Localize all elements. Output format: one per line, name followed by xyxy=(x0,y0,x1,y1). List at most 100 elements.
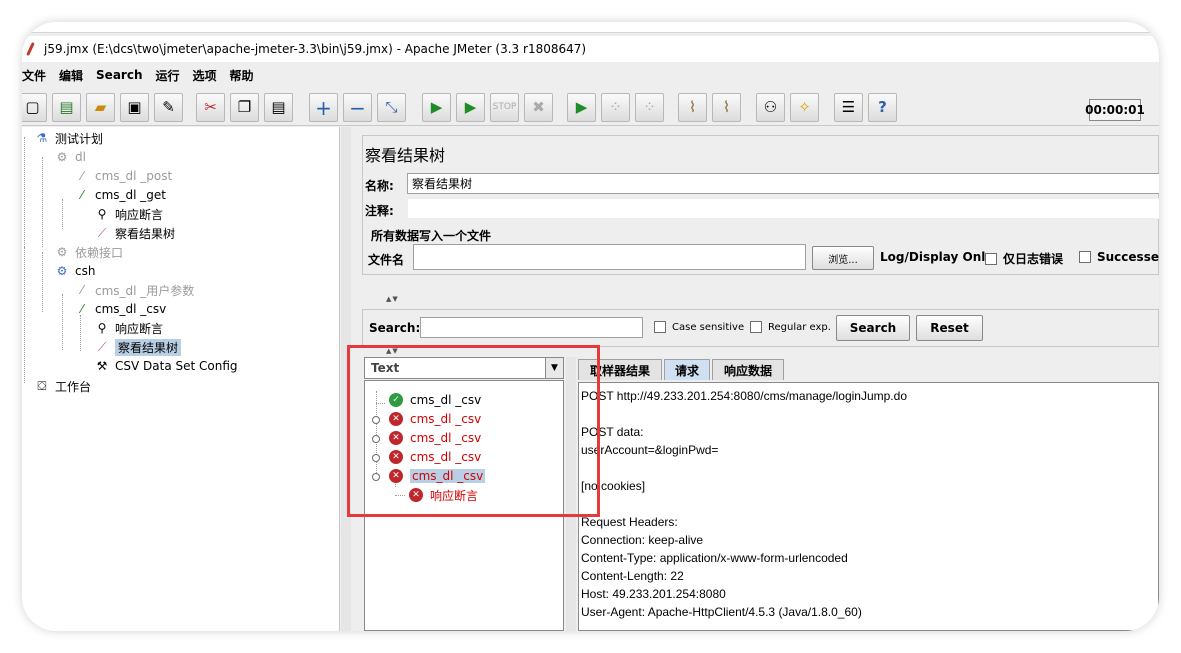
tree-expand-handle[interactable] xyxy=(372,454,380,462)
cut-icon[interactable]: ✂ xyxy=(196,93,225,122)
tree-node-view-results-1[interactable]: ⟋ 察看结果树 xyxy=(94,224,175,242)
start-icon[interactable]: ▶ xyxy=(422,93,451,122)
tree-node-get[interactable]: ⁄ cms_dl _get xyxy=(74,186,166,204)
error-shield-icon: ✕ xyxy=(389,412,403,426)
result-item-selected[interactable]: ✕ cms_dl _csv xyxy=(389,467,486,485)
reset-search-icon[interactable]: ✧ xyxy=(790,93,819,122)
magnifier-icon: ⚲ xyxy=(97,321,107,335)
tree-node-assertion-1[interactable]: ⚲ 响应断言 xyxy=(94,205,163,223)
request-text-area[interactable]: POST http://49.233.201.254:8080/cms/mana… xyxy=(578,382,1159,631)
tab-request[interactable]: 请求 xyxy=(664,359,710,380)
shutdown-icon[interactable]: ✖ xyxy=(524,93,553,122)
tree-node-csv[interactable]: ⁄ cms_dl _csv xyxy=(74,300,166,318)
expand-icon[interactable]: + xyxy=(309,93,338,122)
result-item[interactable]: ✕ cms_dl _csv xyxy=(389,429,481,447)
request-line: Request Headers: xyxy=(581,515,678,529)
chart-icon: ⟋ xyxy=(97,225,107,240)
test-plan-tree: ⚗ 测试计划 ⚙ dl ⁄ cms_dl _post ⁄ cms_dl _get… xyxy=(22,127,340,631)
clear-all-icon[interactable]: ⌇ xyxy=(712,93,741,122)
remote-shutdown-icon[interactable]: ⁘ xyxy=(635,93,664,122)
search-section: Search: Case sensitive Regular exp. Sear… xyxy=(362,309,1159,347)
tree-expand-handle[interactable] xyxy=(372,473,380,481)
chart-icon: ⟋ xyxy=(97,339,107,354)
tree-node-csv-config[interactable]: ⚒ CSV Data Set Config xyxy=(94,357,238,375)
menu-help[interactable]: 帮助 xyxy=(230,67,254,84)
tree-node-assertion-2[interactable]: ⚲ 响应断言 xyxy=(94,319,163,337)
request-line xyxy=(581,495,1156,513)
browse-button[interactable]: 浏览... xyxy=(812,246,874,270)
panel-title: 察看结果树 xyxy=(365,146,446,165)
tree-expand-handle[interactable] xyxy=(372,416,380,424)
comment-field[interactable] xyxy=(407,198,1159,219)
save-as-icon[interactable]: ✎ xyxy=(154,93,183,122)
tree-node-workbench[interactable]: ⛋ 工作台 xyxy=(34,377,91,395)
collapse-icon[interactable]: − xyxy=(343,93,372,122)
result-item[interactable]: ✕ cms_dl _csv xyxy=(389,410,481,428)
gear-icon: ⚙ xyxy=(56,264,68,278)
help-icon[interactable]: ? xyxy=(868,93,897,122)
renderer-select[interactable]: Text ▼ xyxy=(364,357,564,379)
search-input[interactable] xyxy=(420,317,643,338)
tree-node-test-plan[interactable]: ⚗ 测试计划 xyxy=(34,129,103,147)
result-item[interactable]: ✓ cms_dl _csv xyxy=(389,391,481,409)
new-icon[interactable]: ▢ xyxy=(22,93,47,122)
search-button[interactable]: Search xyxy=(836,315,910,341)
splitter[interactable] xyxy=(341,127,351,631)
toggle-icon[interactable]: ⤡ xyxy=(377,93,406,122)
errors-only-checkbox[interactable]: 仅日志错误 xyxy=(985,250,1063,267)
name-field[interactable]: 察看结果树 xyxy=(407,173,1159,194)
menu-search[interactable]: Search xyxy=(96,68,142,82)
copy-icon[interactable]: ❐ xyxy=(230,93,259,122)
request-line xyxy=(581,459,1156,477)
stop-icon[interactable]: STOP xyxy=(490,93,519,122)
menu-file[interactable]: 文件 xyxy=(22,67,46,84)
remote-start-icon[interactable]: ▶ xyxy=(567,93,596,122)
title-bar: j59.jmx (E:\dcs\two\jmeter\apache-jmeter… xyxy=(22,36,1159,62)
request-line: User-Agent: Apache-HttpClient/4.5.3 (Jav… xyxy=(581,605,862,619)
reset-button[interactable]: Reset xyxy=(916,315,983,341)
menu-edit[interactable]: 编辑 xyxy=(59,67,83,84)
case-sensitive-checkbox[interactable]: Case sensitive xyxy=(654,321,744,333)
pipette-icon: ⁄ xyxy=(80,302,83,316)
save-icon[interactable]: ▣ xyxy=(120,93,149,122)
tree-node-post[interactable]: ⁄ cms_dl _post xyxy=(74,167,172,185)
result-child-assertion[interactable]: ✕ 响应断言 xyxy=(409,486,478,504)
filename-input[interactable] xyxy=(413,244,806,270)
function-helper-icon[interactable]: ☰ xyxy=(834,93,863,122)
magnifier-icon: ⚲ xyxy=(97,207,107,221)
results-splitter[interactable] xyxy=(566,357,576,631)
result-tabs: 取样器结果 请求 响应数据 xyxy=(578,357,1159,381)
collapse-arrows-icon[interactable]: ▲▼ xyxy=(386,347,399,355)
results-tree: ✓ cms_dl _csv ✕ cms_dl _csv ✕ cms_dl _cs… xyxy=(364,380,564,631)
chevron-down-icon: ▼ xyxy=(545,358,563,378)
top-strip xyxy=(22,22,1159,33)
tree-node-user-params[interactable]: ⁄ cms_dl _用户参数 xyxy=(74,281,194,299)
collapse-arrows-icon[interactable]: ▲▼ xyxy=(386,295,399,303)
request-line: Connection: keep-alive xyxy=(581,533,704,547)
tab-response-data[interactable]: 响应数据 xyxy=(712,359,784,380)
error-shield-icon: ✕ xyxy=(409,488,423,502)
paste-icon[interactable]: ▤ xyxy=(264,93,293,122)
tab-sampler-result[interactable]: 取样器结果 xyxy=(578,359,662,380)
tree-node-dependency[interactable]: ⚙ 依赖接口 xyxy=(54,243,123,261)
search-icon[interactable]: ⚇ xyxy=(756,93,785,122)
clear-icon[interactable]: ⌇ xyxy=(678,93,707,122)
request-line: POST http://49.233.201.254:8080/cms/mana… xyxy=(581,389,907,403)
tree-expand-handle[interactable] xyxy=(372,435,380,443)
tree-node-csh[interactable]: ⚙ csh xyxy=(54,262,96,280)
successes-checkbox[interactable]: Successes xyxy=(1079,250,1159,264)
request-line: Host: 49.233.201.254:8080 xyxy=(581,587,726,601)
remote-stop-icon[interactable]: ⁘ xyxy=(601,93,630,122)
start-no-pause-icon[interactable]: ▶ xyxy=(456,93,485,122)
tree-node-dl[interactable]: ⚙ dl xyxy=(54,148,86,166)
templates-icon[interactable]: ▤ xyxy=(52,93,81,122)
filename-label: 文件名 xyxy=(368,253,405,267)
open-icon[interactable]: ▰ xyxy=(86,93,115,122)
menu-options[interactable]: 选项 xyxy=(193,67,217,84)
window-title: j59.jmx (E:\dcs\two\jmeter\apache-jmeter… xyxy=(44,42,587,56)
menu-run[interactable]: 运行 xyxy=(155,67,179,84)
tree-node-view-results-2[interactable]: ⟋ 察看结果树 xyxy=(94,338,182,356)
regex-checkbox[interactable]: Regular exp. xyxy=(750,321,831,333)
request-line: POST data: xyxy=(581,425,644,439)
result-item[interactable]: ✕ cms_dl _csv xyxy=(389,448,481,466)
